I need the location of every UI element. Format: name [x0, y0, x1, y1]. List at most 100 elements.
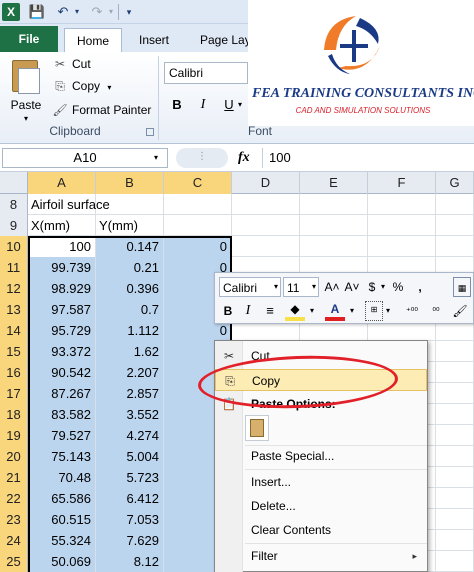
- cell-a[interactable]: 87.267: [28, 383, 96, 404]
- cell-empty[interactable]: [232, 194, 300, 215]
- cell-a[interactable]: 93.372: [28, 341, 96, 362]
- cell-b[interactable]: 3.552: [96, 404, 164, 425]
- cell-b[interactable]: 0.147: [96, 236, 164, 257]
- cell-empty[interactable]: [300, 236, 368, 257]
- column-header-a[interactable]: A: [28, 172, 96, 194]
- menu-item-insert[interactable]: Insert...: [215, 471, 427, 493]
- paste-dropdown-icon[interactable]: ▾: [20, 114, 32, 123]
- select-all-corner[interactable]: [0, 172, 28, 194]
- cell-a[interactable]: 60.515: [28, 509, 96, 530]
- cell-b[interactable]: 5.723: [96, 467, 164, 488]
- decrease-decimal-icon[interactable]: ⁰⁰: [425, 301, 447, 321]
- cell-a[interactable]: 83.582: [28, 404, 96, 425]
- cell-b[interactable]: 8.12: [96, 551, 164, 572]
- cell-a[interactable]: 55.324: [28, 530, 96, 551]
- cell-empty[interactable]: [436, 362, 474, 383]
- row-header[interactable]: 10: [0, 236, 28, 257]
- center-align-icon[interactable]: ≡: [261, 301, 279, 321]
- percent-icon[interactable]: %: [389, 277, 407, 297]
- cell-b[interactable]: 0.21: [96, 257, 164, 278]
- cell-a[interactable]: 98.929: [28, 278, 96, 299]
- menu-item-delete[interactable]: Delete...: [215, 495, 427, 517]
- cell-empty[interactable]: [436, 509, 474, 530]
- menu-item-paste-special[interactable]: Paste Special...: [215, 445, 427, 467]
- underline-button[interactable]: U: [218, 94, 240, 116]
- menu-item-clear-contents[interactable]: Clear Contents: [215, 519, 427, 541]
- grow-font-icon[interactable]: A˄: [323, 277, 341, 297]
- cell-empty[interactable]: [436, 425, 474, 446]
- customize-qat-icon[interactable]: ▾: [124, 3, 134, 21]
- tab-file[interactable]: File: [0, 26, 58, 52]
- cell-empty[interactable]: [368, 215, 436, 236]
- cell-empty[interactable]: [436, 383, 474, 404]
- save-icon[interactable]: 💾: [28, 3, 46, 21]
- cell-a[interactable]: 50.069: [28, 551, 96, 572]
- mini-bold-button[interactable]: B: [219, 301, 237, 321]
- cell-b[interactable]: 1.112: [96, 320, 164, 341]
- row-header[interactable]: 24: [0, 530, 28, 551]
- tab-insert[interactable]: Insert: [128, 28, 180, 52]
- cell-a[interactable]: 90.542: [28, 362, 96, 383]
- cell-empty[interactable]: [436, 467, 474, 488]
- cell-empty[interactable]: [436, 530, 474, 551]
- cell-a[interactable]: 70.48: [28, 467, 96, 488]
- cell-empty[interactable]: [436, 446, 474, 467]
- row-header[interactable]: 17: [0, 383, 28, 404]
- row-header[interactable]: 23: [0, 509, 28, 530]
- cell-b[interactable]: 6.412: [96, 488, 164, 509]
- cell-b[interactable]: 2.207: [96, 362, 164, 383]
- cell-empty[interactable]: [436, 215, 474, 236]
- underline-dropdown-icon[interactable]: ▾: [238, 94, 242, 116]
- clipboard-launcher-icon[interactable]: [146, 128, 154, 136]
- cell-empty[interactable]: [368, 236, 436, 257]
- mini-format-painter-icon[interactable]: 🖌: [451, 301, 469, 321]
- currency-dropdown-icon[interactable]: ▾: [379, 277, 387, 297]
- cell-a[interactable]: 95.729: [28, 320, 96, 341]
- cell-b[interactable]: 0.396: [96, 278, 164, 299]
- row-header[interactable]: 22: [0, 488, 28, 509]
- paste-button[interactable]: Paste ▾: [4, 56, 48, 126]
- font-color-icon[interactable]: A: [325, 301, 345, 321]
- row-header[interactable]: 13: [0, 299, 28, 320]
- row-header[interactable]: 12: [0, 278, 28, 299]
- row-header[interactable]: 8: [0, 194, 28, 215]
- excel-app-icon[interactable]: X: [2, 3, 20, 21]
- tab-home[interactable]: Home: [64, 28, 122, 52]
- cell-empty[interactable]: [436, 551, 474, 572]
- cell-a[interactable]: 65.586: [28, 488, 96, 509]
- column-header-b[interactable]: B: [96, 172, 164, 194]
- row-header[interactable]: 25: [0, 551, 28, 572]
- copy-dropdown-icon[interactable]: ▾: [107, 83, 111, 92]
- mini-italic-button[interactable]: I: [239, 301, 257, 321]
- mini-font-dropdown-icon[interactable]: ▾: [271, 277, 281, 297]
- redo-dropdown-icon[interactable]: ▾: [106, 3, 116, 21]
- cell-b[interactable]: [96, 194, 164, 215]
- cell-empty[interactable]: [232, 215, 300, 236]
- cut-button[interactable]: ✂ Cut: [52, 54, 91, 74]
- fill-color-dropdown-icon[interactable]: ▾: [307, 301, 317, 321]
- fill-color-icon[interactable]: ◆: [285, 301, 305, 321]
- paste-option-button[interactable]: [245, 415, 269, 441]
- cell-a[interactable]: 75.143: [28, 446, 96, 467]
- cell-b[interactable]: 4.274: [96, 425, 164, 446]
- shrink-font-icon[interactable]: A˅: [343, 277, 361, 297]
- italic-button[interactable]: I: [192, 94, 214, 116]
- format-table-icon[interactable]: ▦: [453, 277, 471, 297]
- menu-item-copy[interactable]: ⎘ Copy: [215, 369, 427, 391]
- cell-b[interactable]: 5.004: [96, 446, 164, 467]
- cell-b[interactable]: 7.629: [96, 530, 164, 551]
- cell-b[interactable]: 1.62: [96, 341, 164, 362]
- cell-a[interactable]: 99.739: [28, 257, 96, 278]
- undo-dropdown-icon[interactable]: ▾: [72, 3, 82, 21]
- cell-b[interactable]: 7.053: [96, 509, 164, 530]
- cell-empty[interactable]: [436, 488, 474, 509]
- column-header-f[interactable]: F: [368, 172, 436, 194]
- column-header-d[interactable]: D: [232, 172, 300, 194]
- insert-function-icon[interactable]: fx: [238, 148, 258, 168]
- cell-b[interactable]: 0.7: [96, 299, 164, 320]
- copy-button[interactable]: ⎘ Copy ▾: [52, 76, 111, 96]
- row-header[interactable]: 18: [0, 404, 28, 425]
- menu-item-filter[interactable]: Filter ▸: [215, 545, 427, 567]
- column-header-g[interactable]: G: [436, 172, 474, 194]
- row-header[interactable]: 14: [0, 320, 28, 341]
